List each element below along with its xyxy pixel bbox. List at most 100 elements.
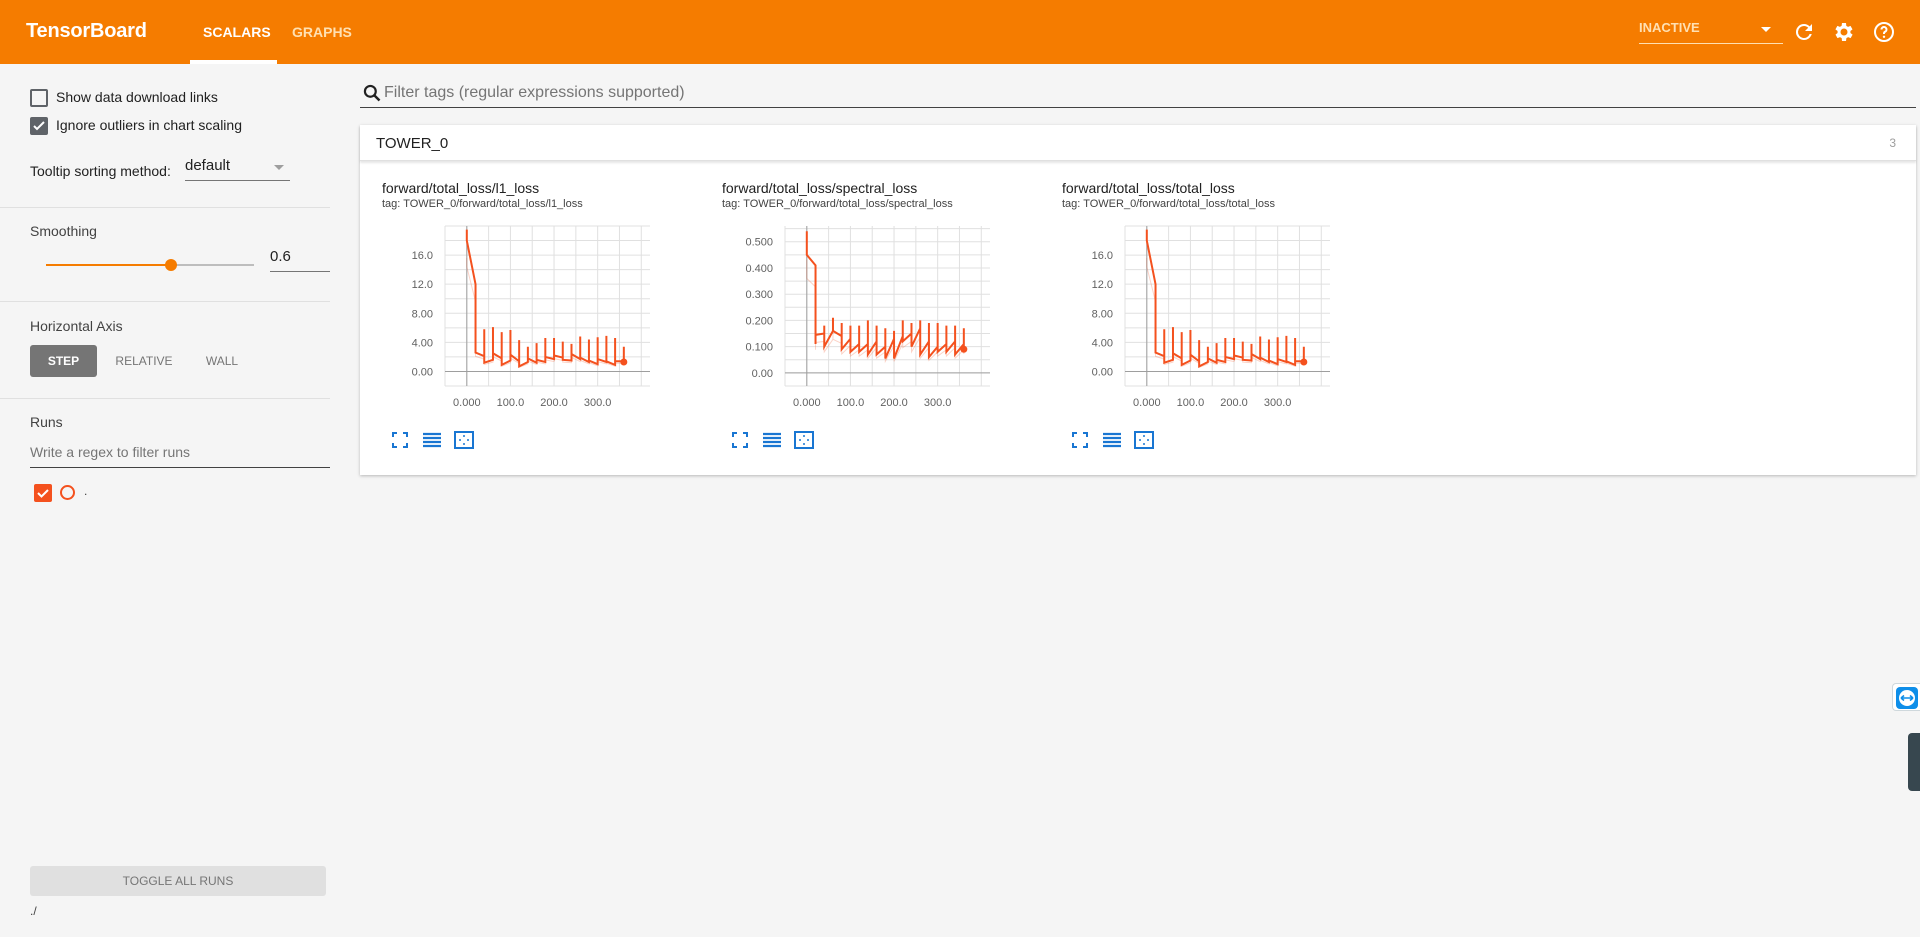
chart-toolbar — [390, 430, 474, 450]
divider — [0, 398, 330, 399]
y-tick-label: 0.300 — [745, 289, 773, 301]
y-tick-label: 4.00 — [412, 337, 433, 349]
y-tick-label: 4.00 — [1092, 337, 1113, 349]
teamviewer-icon — [1896, 687, 1918, 709]
y-tick-label: 16.0 — [412, 250, 433, 262]
help-icon[interactable] — [1872, 20, 1896, 44]
run-name: . — [84, 484, 88, 498]
fullscreen-icon[interactable] — [1070, 430, 1090, 450]
chart-title: forward/total_loss/spectral_loss — [722, 180, 918, 196]
y-tick-label: 8.00 — [1092, 308, 1113, 320]
tab-graphs[interactable]: GRAPHS — [292, 24, 352, 40]
y-tick-label: 0.200 — [745, 315, 773, 327]
log-scale-icon[interactable] — [1102, 430, 1122, 450]
runs-filter-input[interactable]: Write a regex to filter runs — [30, 444, 330, 468]
data-location: ./ — [30, 904, 37, 918]
x-tick-label: 100.0 — [497, 397, 525, 409]
run-checkbox[interactable] — [34, 484, 52, 502]
tooltip-sorting-dropdown[interactable]: default — [185, 157, 290, 181]
y-tick-label: 16.0 — [1092, 250, 1113, 262]
y-tick-label: 8.00 — [412, 308, 433, 320]
checkmark-icon — [37, 489, 49, 498]
axis-wall-button[interactable]: WALL — [192, 345, 252, 377]
chart-toolbar — [730, 430, 814, 450]
chart-tag: tag: TOWER_0/forward/total_loss/total_lo… — [1062, 198, 1275, 210]
axis-relative-button[interactable]: RELATIVE — [104, 345, 184, 377]
x-tick-label: 300.0 — [1264, 397, 1292, 409]
tag-filter-placeholder: Filter tags (regular expressions support… — [384, 84, 685, 101]
y-tick-label: 0.100 — [745, 342, 773, 354]
tooltip-sorting-value: default — [185, 157, 231, 174]
x-tick-label: 200.0 — [1220, 397, 1248, 409]
top-app-bar: TensorBoard SCALARS GRAPHS INACTIVE — [0, 0, 1920, 64]
smoothing-input[interactable]: 0.6 — [270, 244, 330, 272]
category-count: 3 — [1889, 136, 1896, 150]
smoothing-slider[interactable] — [46, 259, 254, 271]
tab-scalars[interactable]: SCALARS — [203, 24, 271, 40]
x-tick-label: 200.0 — [540, 397, 568, 409]
smoothed-series-line — [1145, 229, 1305, 368]
show-download-links-label: Show data download links — [56, 89, 218, 105]
chart-total-loss[interactable]: 0.00 4.00 8.00 12.0 16.0 0.000 100.0 200.0 300.0 — [1040, 216, 1380, 426]
chart-title: forward/total_loss/total_loss — [1062, 180, 1235, 196]
toggle-all-runs-button[interactable]: TOGGLE ALL RUNS — [30, 866, 326, 896]
category-title: TOWER_0 — [376, 135, 449, 152]
x-tick-label: 0.000 — [453, 397, 481, 409]
fullscreen-icon[interactable] — [730, 430, 750, 450]
checkmark-icon — [33, 121, 45, 131]
chart-card-total-loss: forward/total_loss/total_loss tag: TOWER… — [1040, 180, 1380, 460]
ignore-outliers-label: Ignore outliers in chart scaling — [56, 117, 242, 133]
y-tick-label: 0.00 — [752, 368, 773, 380]
chevron-down-icon — [274, 165, 284, 170]
fit-domain-icon[interactable] — [1134, 430, 1154, 450]
x-tick-label: 200.0 — [880, 397, 908, 409]
fullscreen-icon[interactable] — [390, 430, 410, 450]
axis-step-button[interactable]: STEP — [30, 345, 97, 377]
log-scale-icon[interactable] — [422, 430, 442, 450]
divider — [0, 207, 330, 208]
chart-card-spectral-loss: forward/total_loss/spectral_loss tag: TO… — [700, 180, 1040, 460]
chart-card-l1-loss: forward/total_loss/l1_loss tag: TOWER_0/… — [360, 180, 700, 460]
x-tick-label: 0.000 — [1133, 397, 1161, 409]
last-point-marker — [620, 358, 628, 366]
chart-toolbar — [1070, 430, 1154, 450]
smoothed-series-line — [465, 229, 625, 368]
y-tick-label: 0.400 — [745, 263, 773, 275]
app-title: TensorBoard — [26, 20, 147, 42]
search-icon — [363, 84, 381, 102]
slider-thumb[interactable] — [164, 259, 177, 271]
tooltip-sorting-label: Tooltip sorting method: — [30, 163, 171, 179]
x-tick-label: 100.0 — [837, 397, 865, 409]
y-tick-label: 0.00 — [412, 366, 433, 378]
category-header[interactable]: TOWER_0 3 — [360, 125, 1916, 161]
teamviewer-widget[interactable] — [1892, 683, 1920, 711]
show-download-links-checkbox[interactable] — [30, 89, 48, 107]
side-tray-handle[interactable] — [1908, 733, 1920, 791]
settings-icon[interactable] — [1832, 20, 1856, 44]
last-point-marker — [960, 345, 968, 353]
tag-filter-input[interactable]: Filter tags (regular expressions support… — [360, 80, 1916, 108]
fit-domain-icon[interactable] — [794, 430, 814, 450]
chart-spectral-loss[interactable]: 0.00 0.100 0.200 0.300 0.400 0.500 0.000 100.0 2… — [700, 216, 1040, 426]
y-tick-label: 0.500 — [745, 237, 773, 249]
y-tick-label: 12.0 — [1092, 279, 1113, 291]
x-tick-label: 0.000 — [793, 397, 821, 409]
refresh-icon[interactable] — [1792, 20, 1816, 44]
smoothed-series-line — [805, 231, 965, 360]
chart-tag: tag: TOWER_0/forward/total_loss/spectral… — [722, 198, 953, 210]
chart-tag: tag: TOWER_0/forward/total_loss/l1_loss — [382, 198, 583, 210]
x-tick-label: 300.0 — [584, 397, 612, 409]
category-pane: TOWER_0 3 forward/total_loss/l1_loss tag… — [360, 125, 1916, 475]
x-tick-label: 300.0 — [924, 397, 952, 409]
chevron-down-icon — [1761, 27, 1771, 32]
divider — [0, 301, 330, 302]
slider-fill — [46, 264, 171, 266]
log-scale-icon[interactable] — [762, 430, 782, 450]
chart-title: forward/total_loss/l1_loss — [382, 180, 540, 196]
run-color-indicator[interactable] — [60, 485, 75, 500]
ignore-outliers-checkbox[interactable] — [30, 117, 48, 135]
fit-domain-icon[interactable] — [454, 430, 474, 450]
inactive-dashboards-dropdown[interactable]: INACTIVE — [1639, 20, 1783, 44]
chart-l1-loss[interactable]: 0.00 4.00 8.00 12.0 16.0 0.000 100.0 200.0 300.0 — [360, 216, 700, 426]
x-tick-label: 100.0 — [1177, 397, 1205, 409]
